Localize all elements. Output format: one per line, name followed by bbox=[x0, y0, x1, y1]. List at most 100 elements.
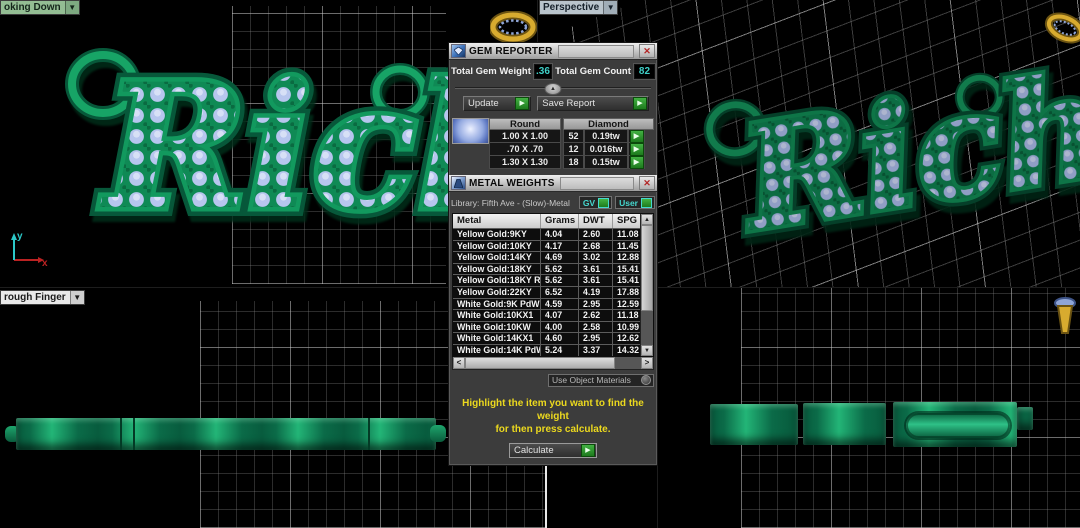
metal-weights-dialog: METAL WEIGHTS ✕ Library: Fifth Ave - (Sl… bbox=[449, 175, 657, 465]
metal-cell-spg: 14.32 bbox=[617, 344, 640, 355]
play-icon[interactable]: ▶ bbox=[629, 155, 644, 169]
scrollbar-thumb[interactable] bbox=[641, 225, 653, 311]
metal-cell-spg: 12.59 bbox=[617, 298, 640, 309]
gold-ring-top-view[interactable] bbox=[490, 11, 537, 43]
chevron-down-icon[interactable]: ▼ bbox=[603, 1, 618, 14]
gv-button[interactable]: GV bbox=[578, 196, 613, 209]
close-icon[interactable]: ✕ bbox=[639, 176, 655, 190]
metal-cell-spg: 11.45 bbox=[617, 240, 639, 251]
metal-cell-spg: 12.62 bbox=[617, 333, 640, 344]
metal-weights-titlebar[interactable]: METAL WEIGHTS ✕ bbox=[449, 175, 657, 192]
metal-cell-grams: 4.17 bbox=[541, 240, 579, 252]
metal-row[interactable]: Yellow Gold:18KY R... 5.62 3.61 15.41 bbox=[453, 274, 640, 286]
play-icon[interactable]: ▶ bbox=[633, 97, 647, 110]
metal-row[interactable]: Yellow Gold:9KY 4.04 2.60 11.08 bbox=[453, 228, 640, 240]
metal-cell-dwt: 3.61 bbox=[579, 275, 613, 286]
gem-total-weight: 0.15tw bbox=[584, 156, 628, 169]
play-icon[interactable]: ▶ bbox=[515, 97, 530, 110]
pendant-side-slab[interactable] bbox=[710, 404, 798, 445]
instruction-text: Highlight the item you want to find the … bbox=[462, 397, 644, 435]
metal-cell-grams: 4.69 bbox=[541, 252, 579, 263]
column-header-grams[interactable]: Grams bbox=[541, 214, 579, 228]
profile-seam bbox=[120, 418, 122, 450]
scroll-right-icon[interactable]: > bbox=[641, 356, 653, 369]
gem-count: 18 bbox=[563, 156, 584, 169]
gem-count: 12 bbox=[563, 143, 584, 156]
pendant-side-slab-small[interactable] bbox=[1017, 407, 1033, 430]
pendant-text-pave[interactable]: Rich bbox=[723, 37, 1080, 268]
metal-cell-metal: White Gold:9K PdW bbox=[453, 298, 541, 310]
scroll-down-icon[interactable]: ▼ bbox=[641, 344, 653, 356]
gem-reporter-icon bbox=[451, 44, 466, 58]
user-button[interactable]: User bbox=[615, 196, 655, 209]
profile-seam bbox=[368, 418, 370, 450]
metal-weights-title: METAL WEIGHTS bbox=[469, 177, 555, 189]
metal-row[interactable]: White Gold:9K PdW 4.59 2.95 12.59 bbox=[453, 297, 640, 310]
gem-count: 52 bbox=[563, 130, 584, 143]
chevron-down-icon[interactable]: ▼ bbox=[64, 1, 79, 14]
metal-row[interactable]: White Gold:14K PdW 5.24 3.37 14.32 bbox=[453, 343, 640, 356]
save-report-button[interactable]: Save Report ▶ bbox=[537, 96, 649, 111]
total-gem-weight-label: Total Gem Weight bbox=[451, 66, 531, 77]
total-gem-weight-value[interactable]: .36 bbox=[533, 64, 553, 79]
gem-reporter-titlebar[interactable]: GEM REPORTER ✕ bbox=[449, 43, 657, 60]
update-button[interactable]: Update ▶ bbox=[463, 96, 532, 111]
metal-cell-grams: 4.60 bbox=[541, 333, 579, 344]
metal-row[interactable]: Yellow Gold:18KY 5.62 3.61 15.41 bbox=[453, 262, 640, 275]
cplane-axis-icon: x y bbox=[11, 231, 48, 269]
gem-row[interactable]: 1.00 X 1.00 52 0.19tw ▶ bbox=[489, 129, 654, 143]
metal-row[interactable]: White Gold:14KX1 4.60 2.95 12.62 bbox=[453, 332, 640, 344]
gem-thumbnail[interactable] bbox=[452, 118, 489, 144]
metal-cell-grams: 4.00 bbox=[541, 321, 579, 333]
metal-cell-grams: 5.62 bbox=[541, 275, 579, 286]
metal-cell-dwt: 2.68 bbox=[579, 240, 613, 252]
use-object-materials-dropdown[interactable]: Use Object Materials bbox=[548, 373, 654, 387]
metal-row[interactable]: Yellow Gold:10KY 4.17 2.68 11.45 bbox=[453, 239, 640, 252]
scroll-up-icon[interactable]: ▲ bbox=[641, 214, 653, 225]
play-icon[interactable]: ▶ bbox=[629, 142, 644, 156]
gem-row[interactable]: .70 X .70 12 0.016tw ▶ bbox=[489, 142, 654, 156]
pendant-side-profile[interactable] bbox=[16, 418, 436, 450]
horizontal-scrollbar[interactable]: < > bbox=[452, 356, 654, 370]
total-gem-count-value[interactable]: 82 bbox=[633, 64, 655, 79]
metal-cell-metal: White Gold:14KX1 bbox=[453, 333, 541, 344]
pendant-side-bail-right[interactable] bbox=[430, 425, 446, 442]
metal-cell-spg: 15.41 bbox=[617, 263, 640, 274]
metal-cell-metal: Yellow Gold:10KY bbox=[453, 240, 541, 252]
pendant-side-bail-loop[interactable] bbox=[906, 413, 1010, 438]
play-icon[interactable]: ▶ bbox=[581, 443, 595, 457]
gem-total-weight: 0.19tw bbox=[584, 130, 628, 143]
column-header-round: Round bbox=[489, 118, 561, 130]
metal-row[interactable]: White Gold:10KW 4.00 2.58 10.99 bbox=[453, 320, 640, 333]
metal-cell-metal: Yellow Gold:18KY bbox=[453, 263, 541, 275]
metal-table: Metal Grams DWT SPG Yellow Gold:9KY 4.04 2… bbox=[452, 213, 654, 357]
metal-row[interactable]: Yellow Gold:22KY 6.52 4.19 17.88 bbox=[453, 285, 640, 298]
calculate-button[interactable]: Calculate ▶ bbox=[509, 442, 597, 458]
viewport-side[interactable] bbox=[658, 288, 1080, 528]
chevron-down-icon[interactable]: ▼ bbox=[69, 291, 84, 304]
close-icon[interactable]: ✕ bbox=[639, 44, 655, 58]
pendant-side-slab[interactable] bbox=[803, 403, 886, 445]
metal-cell-spg: 17.88 bbox=[617, 286, 640, 297]
gold-ring-side-view[interactable] bbox=[1050, 295, 1080, 337]
viewport-tab-looking-down[interactable]: oking Down ▼ bbox=[0, 0, 80, 15]
gem-size: 1.30 X 1.30 bbox=[489, 156, 561, 169]
scrollbar-thumb[interactable] bbox=[465, 356, 615, 369]
docked-dialog-panel: GEM REPORTER ✕ Total Gem Weight .36 Tota… bbox=[448, 42, 658, 466]
viewport-tab-perspective[interactable]: Perspective ▼ bbox=[539, 0, 619, 15]
column-header-dwt[interactable]: DWT bbox=[579, 214, 613, 228]
column-header-spg[interactable]: SPG bbox=[613, 214, 640, 228]
vertical-scrollbar[interactable]: ▲ ▼ bbox=[640, 214, 653, 356]
collapse-handle-icon[interactable]: ▲ bbox=[544, 83, 562, 95]
gold-ring-tilted-view[interactable] bbox=[1044, 10, 1080, 46]
column-header-metal[interactable]: Metal bbox=[453, 214, 541, 228]
gem-row[interactable]: 1.30 X 1.30 18 0.15tw ▶ bbox=[489, 155, 654, 169]
play-icon[interactable]: ▶ bbox=[629, 129, 644, 143]
scroll-left-icon[interactable]: < bbox=[453, 356, 465, 369]
metal-cell-dwt: 2.62 bbox=[579, 310, 613, 321]
viewport-tab-label: rough Finger bbox=[4, 292, 66, 303]
viewport-tab-through-finger[interactable]: rough Finger ▼ bbox=[0, 290, 85, 305]
metal-row[interactable]: Yellow Gold:14KY 4.69 3.02 12.88 bbox=[453, 251, 640, 263]
option-circle-icon bbox=[641, 375, 651, 386]
metal-row[interactable]: White Gold:10KX1 4.07 2.62 11.18 bbox=[453, 309, 640, 321]
